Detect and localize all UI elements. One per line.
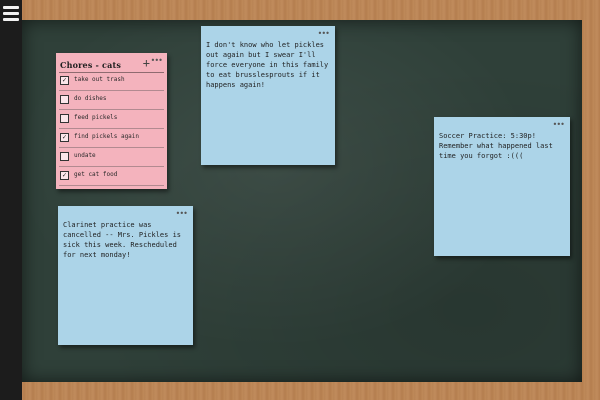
checklist-item-label: do dishes xyxy=(74,95,107,102)
side-menu-strip xyxy=(0,0,22,400)
checkbox[interactable] xyxy=(60,114,69,123)
checklist-row[interactable]: ✓ get cat food xyxy=(59,167,164,186)
sticky-note-pickles[interactable]: ••• I don't know who let pickles out aga… xyxy=(201,26,335,165)
checkbox[interactable] xyxy=(60,95,69,104)
checkbox[interactable]: ✓ xyxy=(60,133,69,142)
checklist-item-label: feed pickels xyxy=(74,114,118,121)
checkbox[interactable] xyxy=(60,152,69,161)
checklist-item-label: get cat food xyxy=(74,171,118,178)
checklist-row[interactable]: ✓ take out trash xyxy=(59,72,164,91)
checklist-row[interactable]: feed pickels xyxy=(59,110,164,129)
checklist-item-label: take out trash xyxy=(74,76,125,83)
checklist-title: Chores - cats xyxy=(60,60,122,70)
more-options-icon[interactable]: ••• xyxy=(151,57,163,65)
checklist-row[interactable]: ✓ find pickels again xyxy=(59,129,164,148)
checklist-row[interactable]: do dishes xyxy=(59,91,164,110)
sticky-note-soccer[interactable]: ••• Soccer Practice: 5:30p! Remember wha… xyxy=(434,117,570,256)
note-text[interactable]: Clarinet practice was cancelled -- Mrs. … xyxy=(63,220,187,260)
more-options-icon[interactable]: ••• xyxy=(176,210,188,218)
note-text[interactable]: I don't know who let pickles out again b… xyxy=(206,40,329,90)
note-text[interactable]: Soccer Practice: 5:30p! Remember what ha… xyxy=(439,131,564,161)
more-options-icon[interactable]: ••• xyxy=(553,121,565,129)
sticky-note-clarinet[interactable]: ••• Clarinet practice was cancelled -- M… xyxy=(58,206,193,345)
checkbox[interactable]: ✓ xyxy=(60,171,69,180)
more-options-icon[interactable]: ••• xyxy=(318,30,330,38)
checkbox[interactable]: ✓ xyxy=(60,76,69,85)
checklist-item-label: find pickels again xyxy=(74,133,140,140)
checklist-row[interactable]: undate xyxy=(59,148,164,167)
hamburger-menu-icon[interactable] xyxy=(3,5,19,21)
checklist-note[interactable]: Chores - cats + ••• ✓ take out trash do … xyxy=(56,53,167,189)
add-item-icon[interactable]: + xyxy=(143,56,150,70)
checklist-item-label: undate xyxy=(74,152,96,159)
